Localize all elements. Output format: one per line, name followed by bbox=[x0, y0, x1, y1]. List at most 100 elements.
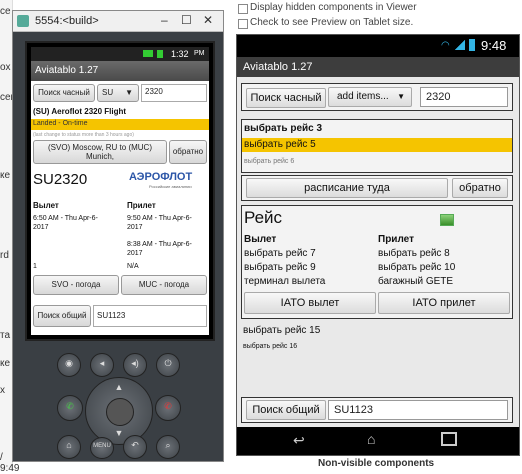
general-query-input[interactable]: SU1123 bbox=[93, 305, 207, 327]
flight-label-6: выбрать рейс 6 bbox=[244, 158, 295, 165]
iato-departure-button[interactable]: IATO вылет bbox=[244, 292, 376, 314]
back-button[interactable]: обратно bbox=[452, 178, 508, 198]
battery-icon bbox=[157, 50, 163, 58]
speaker-icon: ◂) bbox=[131, 358, 139, 368]
emulator-title: 5554:<build> bbox=[35, 15, 99, 27]
baggage-label: багажный GETE bbox=[378, 276, 454, 287]
search-hourly-button[interactable]: Поиск часный bbox=[33, 84, 95, 102]
sliver-text: ке bbox=[0, 358, 11, 369]
tablet-preview-label: Check to see Preview on Tablet size. bbox=[250, 17, 414, 28]
home-hw-button[interactable]: ⌂ bbox=[57, 435, 81, 459]
sliver-text: x bbox=[0, 385, 5, 396]
search-general-button[interactable]: Поиск общий bbox=[246, 400, 326, 420]
flight-label-3: выбрать рейс 3 bbox=[244, 123, 323, 134]
volume-up-button[interactable]: ◂) bbox=[123, 353, 147, 377]
end-call-button[interactable]: ✆ bbox=[155, 395, 181, 421]
arrival-time-2: 8:38 AM - Thu Apr-6-2017 bbox=[127, 241, 192, 257]
call-button[interactable]: ✆ bbox=[57, 395, 83, 421]
minimize-button[interactable]: – bbox=[161, 13, 168, 27]
viewer-options: Display hidden components in Viewer Chec… bbox=[236, 2, 522, 34]
flight-number-input[interactable]: 2320 bbox=[420, 87, 508, 107]
add-items-label: add items... bbox=[337, 91, 389, 102]
emulator-titlebar: 5554:<build> – ☐ ✕ bbox=[13, 11, 223, 32]
schedule-button[interactable]: расписание туда bbox=[246, 178, 448, 198]
signal-icon bbox=[455, 40, 465, 50]
flight-label-15: выбрать рейс 15 bbox=[243, 325, 321, 336]
recent-apps-icon[interactable] bbox=[441, 432, 457, 446]
dpad[interactable]: ▲ ▼ bbox=[85, 377, 153, 445]
general-search-row: Поиск общий SU1123 bbox=[241, 397, 513, 423]
iato-arrival-button[interactable]: IATO прилет bbox=[378, 292, 510, 314]
android-icon bbox=[17, 15, 29, 27]
power-button[interactable]: ⏻ bbox=[156, 353, 180, 377]
search-general-button[interactable]: Поиск общий bbox=[33, 305, 91, 327]
route-button[interactable]: (SVO) Moscow, RU to (MUC) Munich, bbox=[33, 140, 167, 164]
airline-spinner[interactable]: SU ▼ bbox=[97, 84, 139, 102]
close-button[interactable]: ✕ bbox=[203, 13, 213, 27]
volume-down-button[interactable]: ◂ bbox=[90, 353, 114, 377]
camera-hw-button[interactable]: ◉ bbox=[57, 353, 81, 377]
back-hw-button[interactable]: ↶ bbox=[123, 435, 147, 459]
departure-header: Вылет bbox=[244, 234, 277, 245]
status-highlight: Landed - On-time bbox=[31, 119, 209, 130]
search-hourly-button[interactable]: Поиск часный bbox=[246, 88, 326, 108]
emulator-window: 5554:<build> – ☐ ✕ 1:32 PM Aviatablo 1.2… bbox=[12, 10, 224, 462]
flight-code: SU2320 bbox=[33, 171, 88, 188]
flight-label-8: выбрать рейс 8 bbox=[378, 248, 450, 259]
sliver-text: rd bbox=[0, 250, 9, 261]
search-icon: ⌕ bbox=[165, 440, 171, 450]
arrival-header: Прилет bbox=[127, 201, 156, 210]
arrival-time-1: 9:50 AM - Thu Apr-6-2017 bbox=[127, 215, 192, 231]
image-placeholder-icon bbox=[440, 214, 454, 226]
android-nav-bar: ↩ ⌂ bbox=[237, 427, 519, 455]
add-items-spinner[interactable]: add items... ▼ bbox=[328, 87, 412, 107]
aeroflot-logo: АЭРОФЛОТ bbox=[129, 171, 193, 183]
end-call-icon: ✆ bbox=[164, 401, 172, 411]
aeroflot-logo-sub: Российские авиалинии bbox=[149, 184, 192, 189]
menu-hw-button[interactable]: MENU bbox=[90, 437, 114, 459]
hidden-components-checkbox[interactable] bbox=[238, 4, 248, 14]
status-bar: 1:32 PM bbox=[31, 47, 209, 61]
flight-label-16: выбрать рейс 16 bbox=[243, 343, 298, 350]
back-nav-icon[interactable]: ↩ bbox=[293, 432, 305, 449]
dropdown-arrow-icon: ▼ bbox=[397, 92, 405, 101]
dropdown-arrow-icon: ▼ bbox=[125, 88, 133, 97]
search-hw-button[interactable]: ⌕ bbox=[156, 435, 180, 459]
phone-call-icon: ✆ bbox=[66, 401, 74, 411]
wifi-icon: ◠ bbox=[441, 40, 450, 51]
flight-label-7: выбрать рейс 7 bbox=[244, 248, 316, 259]
tablet-preview-checkbox[interactable] bbox=[238, 19, 248, 29]
power-icon: ⏻ bbox=[164, 358, 172, 368]
flight-number-input[interactable]: 2320 bbox=[141, 84, 207, 102]
schedule-row: расписание туда обратно bbox=[241, 175, 513, 201]
flight-labels-box: выбрать рейс 3 выбрать рейс 5 выбрать ре… bbox=[241, 119, 513, 173]
sliver-text: се bbox=[0, 6, 11, 17]
general-query-input[interactable]: SU1123 bbox=[328, 400, 508, 420]
arrival-header: Прилет bbox=[378, 234, 414, 245]
viewer-time: 9:48 bbox=[481, 38, 507, 53]
back-arrow-icon: ↶ bbox=[131, 440, 139, 450]
arrival-terminal: N/A bbox=[127, 263, 139, 270]
flight-label-9: выбрать рейс 9 bbox=[244, 262, 316, 273]
flight-status: Landed - On-time bbox=[33, 120, 88, 127]
camera-icon: ◉ bbox=[65, 358, 73, 368]
back-button[interactable]: обратно bbox=[169, 140, 207, 164]
app-titlebar: Aviatablo 1.27 bbox=[31, 61, 209, 81]
nonvisible-components-label: Non-visible components bbox=[318, 458, 435, 469]
viewer-status-bar: ◠ 9:48 bbox=[237, 35, 519, 57]
sliver-text: ке bbox=[0, 170, 11, 181]
dpad-up-icon: ▲ bbox=[114, 382, 124, 392]
hidden-components-label: Display hidden components in Viewer bbox=[250, 2, 417, 13]
dpad-center[interactable] bbox=[106, 398, 134, 426]
airline-code: SU bbox=[102, 88, 114, 97]
menu-icon: MENU bbox=[93, 443, 111, 449]
svo-weather-button[interactable]: SVO - погода bbox=[33, 275, 119, 295]
home-icon: ⌂ bbox=[66, 440, 72, 450]
muc-weather-button[interactable]: MUC - погода bbox=[121, 275, 207, 295]
home-nav-icon[interactable]: ⌂ bbox=[367, 431, 375, 447]
maximize-button[interactable]: ☐ bbox=[181, 13, 192, 27]
flight-label-5: выбрать рейс 5 bbox=[244, 139, 316, 150]
departure-header: Вылет bbox=[33, 201, 59, 210]
flight-title: (SU) Aeroflot 2320 Flight bbox=[33, 107, 127, 116]
app-title: Aviatablo 1.27 bbox=[35, 65, 99, 76]
